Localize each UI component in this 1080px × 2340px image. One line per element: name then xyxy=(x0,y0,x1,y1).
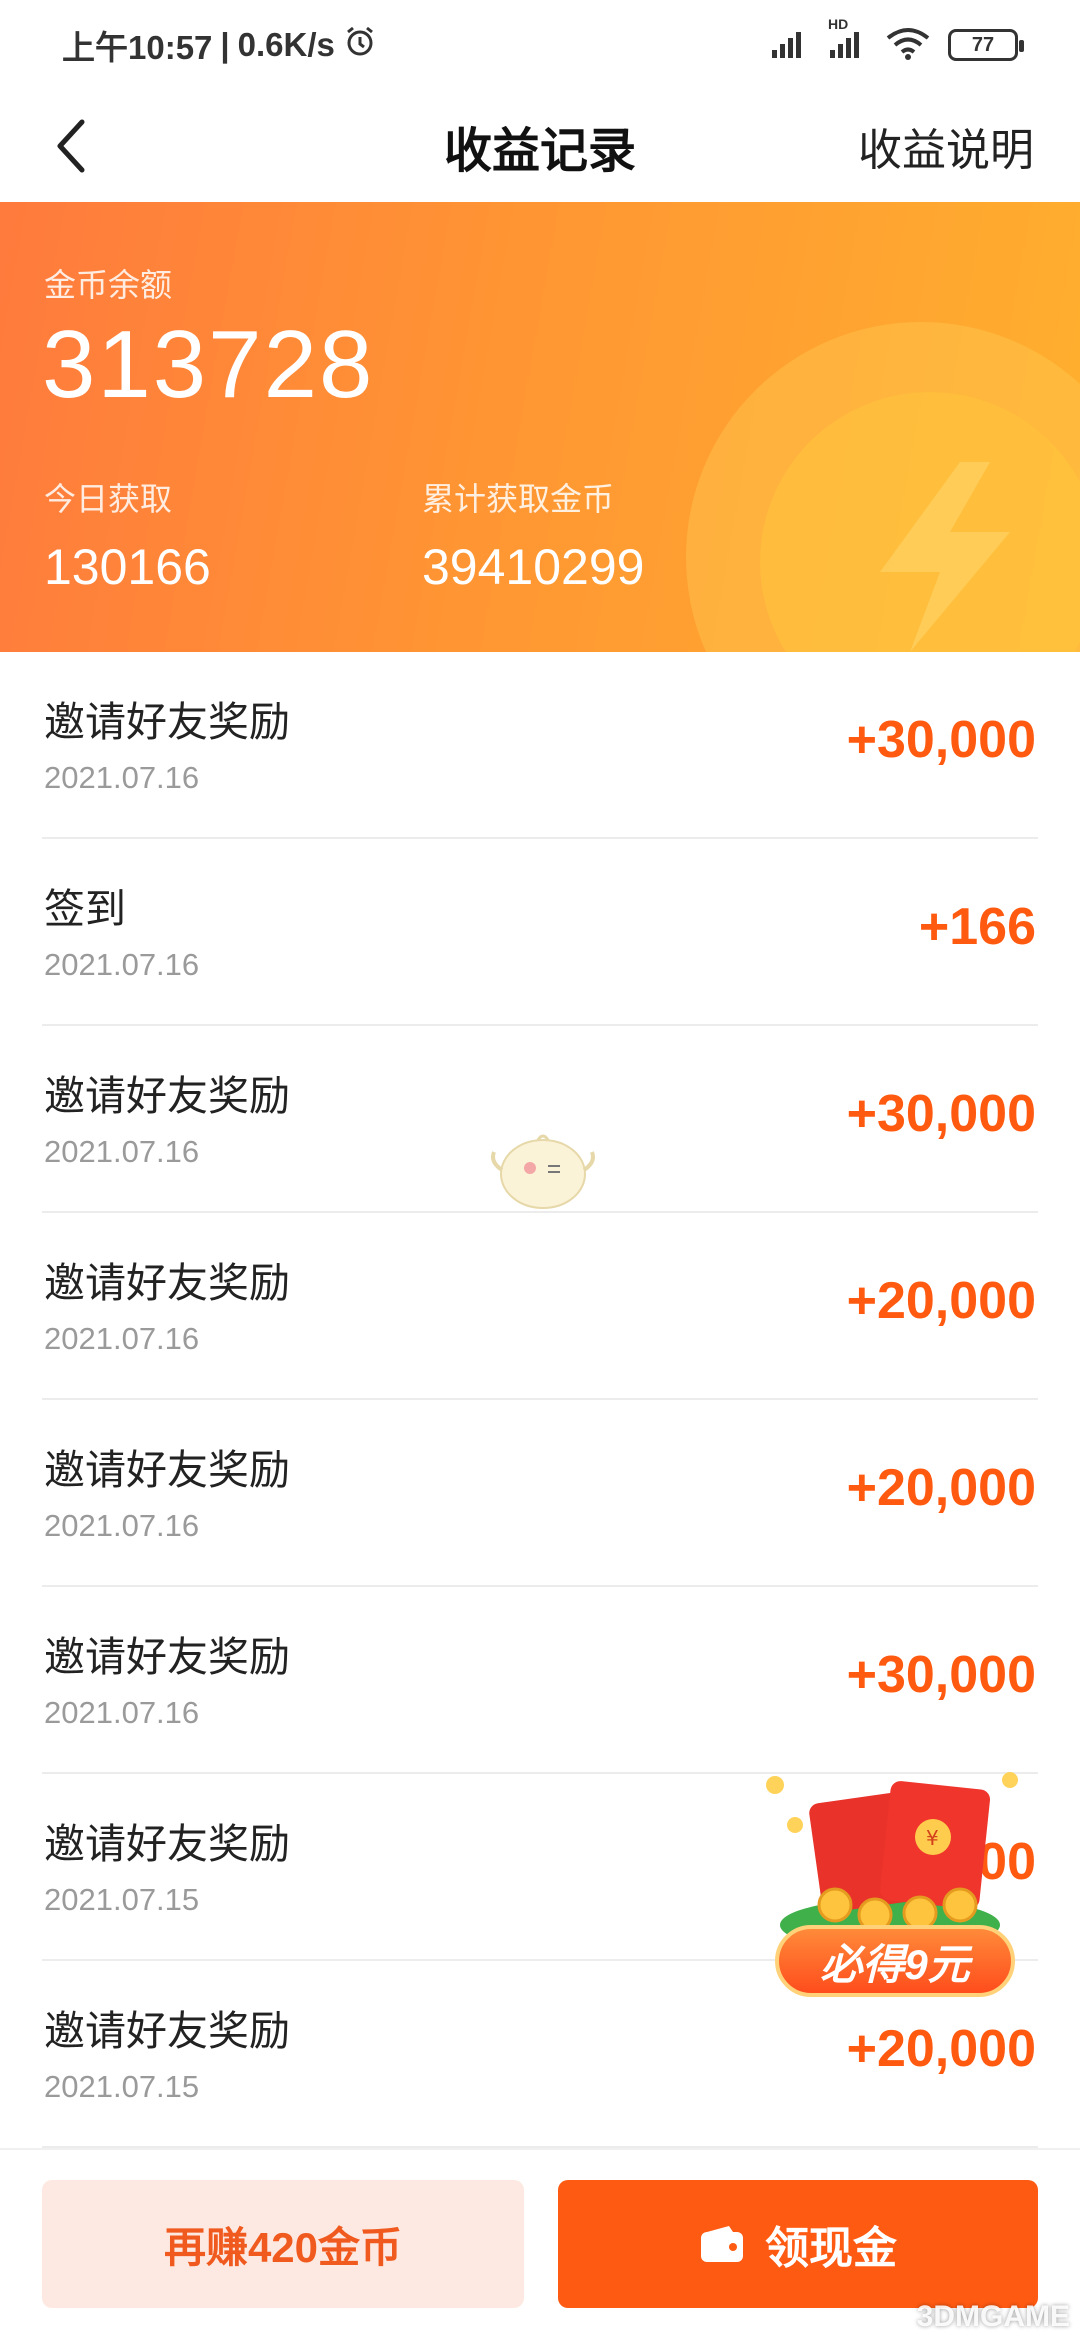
wifi-icon xyxy=(886,26,930,65)
record-amount: +20,000 xyxy=(846,1459,1036,1517)
status-time: 上午10:57 xyxy=(62,29,213,66)
hd-label: HD xyxy=(828,15,849,32)
battery-icon: 77 xyxy=(948,29,1024,61)
list-item: 邀请好友奖励 2021.07.16 +20,000 xyxy=(42,1400,1038,1587)
record-title: 签到 xyxy=(44,886,126,932)
earnings-info-link[interactable]: 收益说明 xyxy=(858,90,1034,202)
withdraw-cash-button[interactable]: 领现金 xyxy=(558,2180,1038,2308)
status-left: 上午10:57 | 0.6K/s xyxy=(62,21,377,69)
total-value: 39410299 xyxy=(422,539,645,595)
record-amount: +30,000 xyxy=(846,711,1036,769)
promo-badge: 必得9元 xyxy=(775,1925,1015,1997)
lightning-icon xyxy=(880,462,1010,652)
record-title: 邀请好友奖励 xyxy=(44,1821,290,1867)
record-date: 2021.07.16 xyxy=(44,1134,200,1169)
list-item: 邀请好友奖励 2021.07.16 +30,000 xyxy=(42,1587,1038,1774)
status-speed: 0.6K/s xyxy=(237,26,335,63)
record-date: 2021.07.16 xyxy=(44,1695,200,1730)
record-amount: +20,000 xyxy=(846,1272,1036,1330)
mascot-float-icon[interactable] xyxy=(488,1122,598,1214)
earn-more-button[interactable]: 再赚420金币 xyxy=(42,2180,524,2308)
record-date: 2021.07.15 xyxy=(44,1882,200,1917)
nav-bar: 收益记录 收益说明 xyxy=(0,90,1080,202)
watermark: 3DMGAME xyxy=(916,2300,1070,2333)
record-date: 2021.07.16 xyxy=(44,760,200,795)
list-item: 签到 2021.07.16 +166 xyxy=(42,839,1038,1026)
status-bar: 上午10:57 | 0.6K/s HD 77 xyxy=(0,0,1080,90)
today-value: 130166 xyxy=(44,539,211,595)
chevron-left-icon xyxy=(57,119,85,173)
signal-hd-icon: HD xyxy=(828,16,868,63)
record-amount: +166 xyxy=(918,898,1036,956)
list-item: 邀请好友奖励 2021.07.16 +30,000 xyxy=(42,652,1038,839)
record-amount: +30,000 xyxy=(846,1646,1036,1704)
record-date: 2021.07.16 xyxy=(44,1508,200,1543)
balance-label: 金币余额 xyxy=(44,267,173,303)
record-title: 邀请好友奖励 xyxy=(44,699,290,745)
record-title: 邀请好友奖励 xyxy=(44,1260,290,1306)
bottom-action-bar: 再赚420金币 领现金 3DMGAME xyxy=(0,2148,1080,2340)
wallet-icon xyxy=(701,2226,743,2262)
record-date: 2021.07.16 xyxy=(44,1321,200,1356)
record-date: 2021.07.15 xyxy=(44,2069,200,2104)
currency-symbol: ¥ xyxy=(926,1826,939,1850)
balance-value: 313728 xyxy=(42,311,375,418)
today-label: 今日获取 xyxy=(44,481,173,517)
record-amount: +20,000 xyxy=(846,2020,1036,2078)
record-title: 邀请好友奖励 xyxy=(44,2008,290,2054)
battery-level: 77 xyxy=(971,33,995,56)
record-amount: +30,000 xyxy=(846,1085,1036,1143)
back-button[interactable] xyxy=(42,116,98,176)
record-title: 邀请好友奖励 xyxy=(44,1447,290,1493)
status-separator: | xyxy=(220,26,230,63)
signal-icon xyxy=(770,28,810,63)
red-packet-promo[interactable]: ¥ 必得9元 xyxy=(745,1765,1035,2005)
page-title: 收益记录 xyxy=(443,125,636,178)
record-title: 邀请好友奖励 xyxy=(44,1073,290,1119)
status-right: HD 77 xyxy=(770,16,1024,65)
list-item: 邀请好友奖励 2021.07.16 +20,000 xyxy=(42,1213,1038,1400)
balance-summary-card: 金币余额 313728 今日获取 130166 累计获取金币 39410299 xyxy=(0,202,1080,652)
withdraw-cash-label: 领现金 xyxy=(765,2224,897,2273)
alarm-icon xyxy=(343,24,377,66)
total-label: 累计获取金币 xyxy=(422,481,615,517)
record-date: 2021.07.16 xyxy=(44,947,200,982)
record-title: 邀请好友奖励 xyxy=(44,1634,290,1680)
